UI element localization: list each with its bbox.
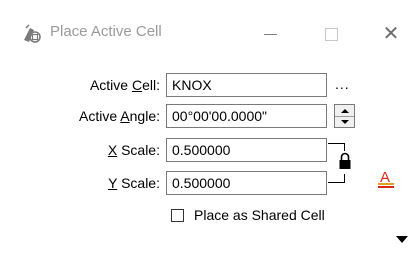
maximize-button[interactable] xyxy=(311,16,351,52)
scale-link-bracket-bottom xyxy=(328,174,345,183)
dialog-body: Active Cell: KNOX ... Active Angle: 00°0… xyxy=(0,56,418,262)
window-title: Place Active Cell xyxy=(50,23,162,40)
y-scale-label: Y Scale: xyxy=(108,175,160,191)
scale-link-bracket-top xyxy=(328,143,345,151)
x-scale-label: X Scale: xyxy=(107,142,160,158)
minimize-button[interactable] xyxy=(250,16,290,52)
active-cell-label: Active Cell: xyxy=(89,77,160,93)
y-scale-input[interactable]: 0.500000 xyxy=(166,171,327,195)
expand-arrow-icon[interactable] xyxy=(396,236,408,243)
shared-cell-label: Place as Shared Cell xyxy=(194,207,325,223)
minimize-icon xyxy=(263,33,277,35)
active-angle-input[interactable]: 00°00'00.0000" xyxy=(166,104,327,128)
cell-placement-icon xyxy=(24,24,41,43)
angle-spinner[interactable] xyxy=(334,104,355,128)
triangle-down-icon xyxy=(340,119,349,124)
lock-icon[interactable] xyxy=(338,152,352,170)
active-cell-input[interactable]: KNOX xyxy=(166,73,327,97)
browse-cell-button[interactable]: ... xyxy=(335,76,350,92)
close-icon: ✕ xyxy=(382,23,400,45)
place-active-cell-dialog: Place Active Cell ✕ Active Cell: KNOX ..… xyxy=(0,0,418,262)
active-angle-label: Active Angle: xyxy=(79,108,160,124)
x-scale-input[interactable]: 0.500000 xyxy=(166,138,327,162)
shared-cell-checkbox[interactable] xyxy=(171,208,184,222)
triangle-up-icon xyxy=(340,108,349,113)
maximize-icon xyxy=(324,27,338,41)
text-style-icon[interactable]: A xyxy=(377,168,395,190)
close-button[interactable]: ✕ xyxy=(371,16,411,52)
spin-down-button[interactable] xyxy=(335,116,354,127)
shared-cell-option[interactable]: Place as Shared Cell xyxy=(171,205,325,225)
